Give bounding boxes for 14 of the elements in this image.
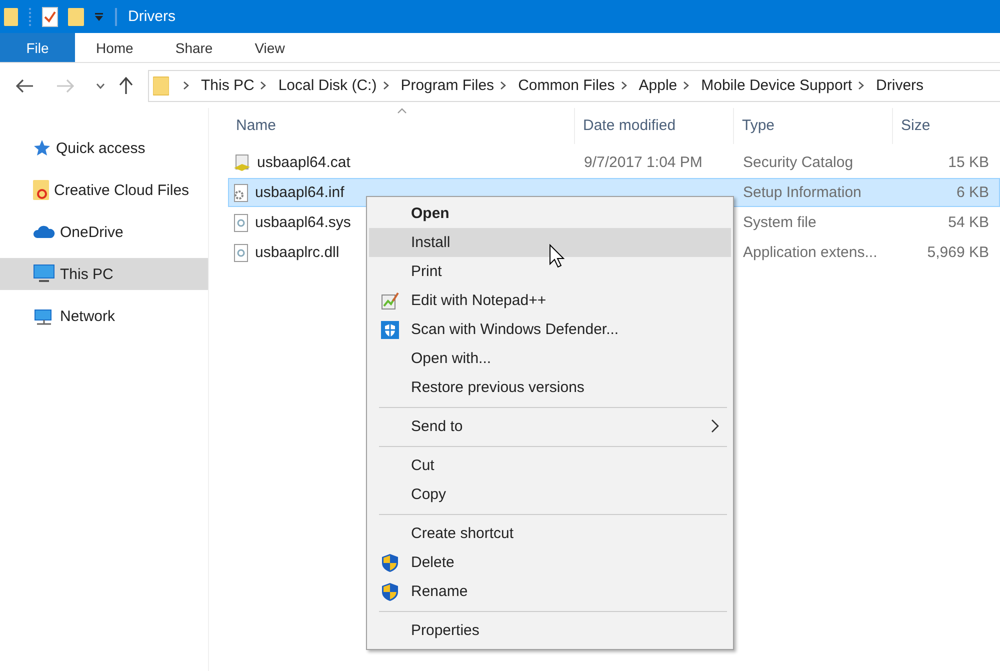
- file-name: usbaapl64.sys: [255, 214, 351, 231]
- type-cell-text: Application extens...: [742, 244, 878, 261]
- date-cell-text: 9/7/2017 1:04 PM: [583, 154, 704, 171]
- size-cell-text: 5,969 KB: [926, 244, 990, 261]
- type-cell-text: Security Catalog: [742, 154, 854, 171]
- window-title: Drivers: [128, 8, 176, 25]
- file-name: usbaapl64.cat: [257, 154, 350, 171]
- type-cell-text: Setup Information: [742, 184, 862, 201]
- type-cell-text: System file: [742, 214, 818, 231]
- size-cell-text: 15 KB: [947, 154, 990, 171]
- file-name: usbaapl64.inf: [255, 184, 344, 201]
- size-cell-text: 6 KB: [955, 184, 990, 201]
- file-name: usbaaplrc.dll: [255, 244, 340, 261]
- size-cell-text: 54 KB: [947, 214, 990, 231]
